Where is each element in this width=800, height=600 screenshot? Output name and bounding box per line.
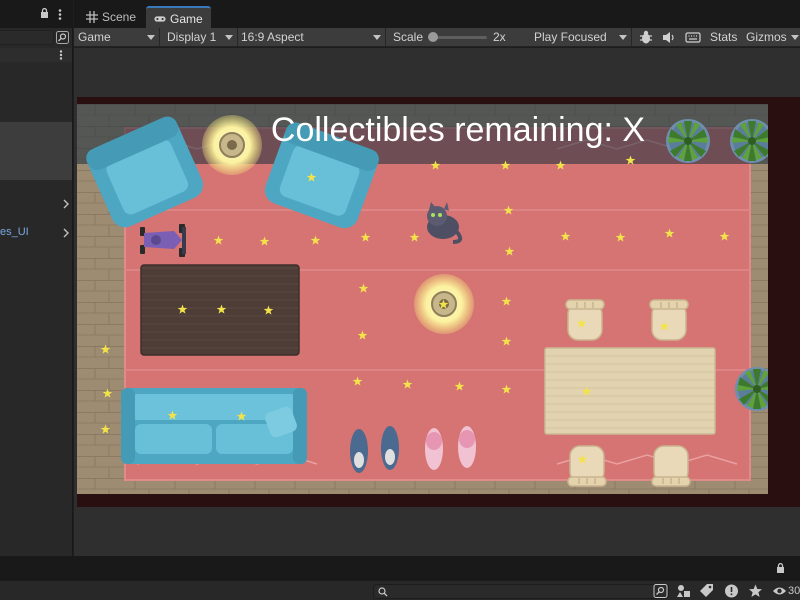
game-scene[interactable]: Collectibles remaining: X xyxy=(77,104,768,494)
unity-editor: es_UI Scene Game Game Display 1 16:9 Asp… xyxy=(0,0,800,600)
scene-grid-icon xyxy=(86,11,98,23)
kebab-menu-icon[interactable] xyxy=(59,50,63,60)
hud-collectibles-text: Collectibles remaining: X xyxy=(271,111,645,149)
play-mode-label: Play Focused xyxy=(534,30,607,44)
hidden-packages-count: 30 xyxy=(788,585,800,597)
hierarchy-search-row xyxy=(0,29,72,46)
dropdown-arrow-icon xyxy=(373,35,381,40)
play-mode-dropdown[interactable]: Play Focused xyxy=(534,28,632,47)
scene-header-row[interactable] xyxy=(0,48,72,62)
tab-scene-label: Scene xyxy=(102,10,137,24)
hierarchy-tabbar xyxy=(0,0,72,28)
gizmos-button[interactable]: Gizmos xyxy=(746,28,787,47)
dropdown-arrow-icon xyxy=(147,35,155,40)
gizmos-dropdown-arrow-icon[interactable] xyxy=(791,35,799,40)
dropdown-arrow-icon xyxy=(225,35,233,40)
display-label: Display 1 xyxy=(167,30,217,44)
gamepad-icon xyxy=(154,16,166,22)
scale-value: 2x xyxy=(493,30,506,44)
chevron-right-icon[interactable] xyxy=(62,199,70,209)
lock-icon[interactable] xyxy=(40,8,49,18)
stats-button[interactable]: Stats xyxy=(710,28,737,47)
aspect-dropdown[interactable]: 16:9 Aspect xyxy=(241,28,386,47)
search-filter-icon[interactable] xyxy=(56,31,69,44)
hierarchy-row-ui[interactable]: es_UI xyxy=(0,225,72,241)
scale-slider-handle[interactable] xyxy=(428,32,438,42)
warning-filter-icon[interactable] xyxy=(724,583,739,599)
dropdown-arrow-icon xyxy=(619,35,627,40)
tab-game-label: Game xyxy=(170,12,203,26)
chevron-right-icon[interactable] xyxy=(62,228,70,238)
type-filter-icon[interactable] xyxy=(676,583,691,599)
display-dropdown[interactable]: Display 1 xyxy=(167,28,238,47)
project-search-input[interactable] xyxy=(373,584,669,599)
view-tabbar: Scene Game xyxy=(74,0,800,28)
search-filter-icon[interactable] xyxy=(653,583,668,599)
kebab-menu-icon[interactable] xyxy=(58,9,62,20)
hierarchy-row[interactable] xyxy=(0,196,72,212)
scale-label: Scale xyxy=(393,30,424,44)
project-toolbar: 30 xyxy=(0,580,800,600)
scale-slider-track[interactable] xyxy=(432,36,487,39)
bug-icon[interactable] xyxy=(638,30,654,45)
favorite-star-icon[interactable] xyxy=(748,583,763,599)
hierarchy-search-input[interactable] xyxy=(0,30,54,45)
label-tag-icon[interactable] xyxy=(699,583,714,599)
audio-mute-icon[interactable] xyxy=(661,30,677,45)
aspect-label: 16:9 Aspect xyxy=(241,30,304,44)
keyboard-icon[interactable] xyxy=(685,30,701,45)
project-panel-tabbar xyxy=(0,556,800,580)
search-icon xyxy=(378,587,388,597)
visibility-eye-icon[interactable] xyxy=(772,583,787,599)
lock-icon[interactable] xyxy=(776,563,785,573)
tab-scene[interactable]: Scene xyxy=(78,6,144,28)
hierarchy-selected-row[interactable] xyxy=(0,122,72,180)
hierarchy-item-label: es_UI xyxy=(0,226,29,238)
view-mode-dropdown[interactable]: Game xyxy=(78,28,160,47)
hierarchy-panel: es_UI xyxy=(0,0,73,556)
tab-game[interactable]: Game xyxy=(146,6,211,28)
view-mode-label: Game xyxy=(78,30,111,44)
